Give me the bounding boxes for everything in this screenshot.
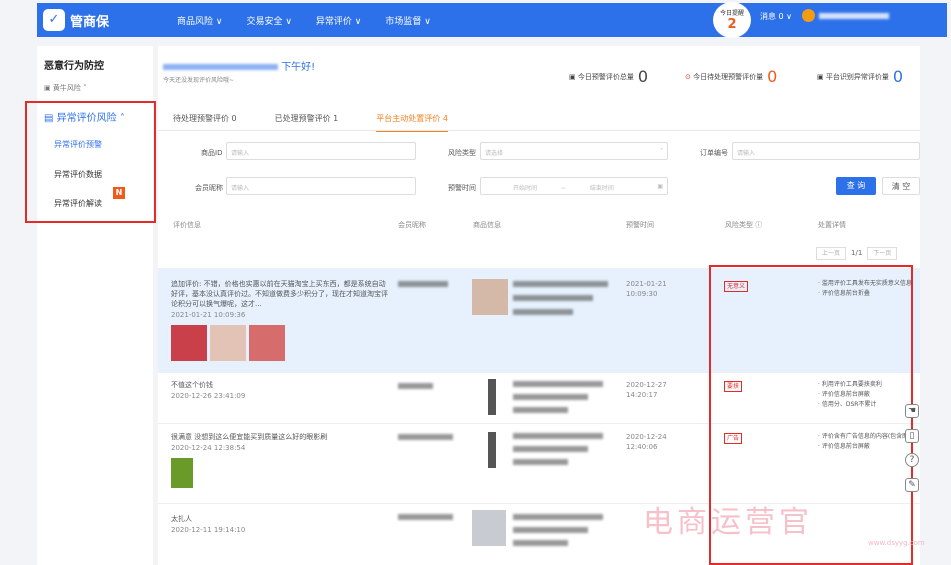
review-time: 2021-01-21 10:09:36 (171, 311, 246, 319)
nav-market-supervision[interactable]: 市场监督 ∨ (385, 14, 430, 27)
nav-abnormal-review[interactable]: 异常评价 ∨ (316, 14, 361, 27)
th-warn-time: 预警时间 (626, 221, 654, 229)
book-icon[interactable]: ▯ (905, 429, 919, 443)
today-warning-badge[interactable]: 今日提醒 2 (713, 2, 751, 38)
watermark: 电商运营官 (643, 505, 813, 540)
tab-divider (158, 130, 920, 131)
product-info-blurred (513, 514, 603, 548)
user-name-blurred (819, 12, 889, 19)
product-image[interactable] (472, 510, 506, 546)
product-image[interactable] (488, 379, 496, 415)
member-name-label: 会员昵称 (195, 184, 223, 192)
greeting-subtitle: 今天还没发现评价风险哦~ (163, 77, 235, 84)
today-warning-count: 2 (727, 17, 737, 32)
order-no-label: 订单编号 (700, 149, 728, 157)
order-no-input[interactable]: 请输入 (732, 142, 920, 160)
member-name-blurred (398, 383, 433, 391)
calendar-icon: ▣ (817, 72, 826, 81)
risk-type-select[interactable]: 请选择 ˅ (480, 142, 668, 160)
pagination: 上一页 1/1 下一页 (816, 247, 898, 260)
next-page-button[interactable]: 下一页 (867, 247, 898, 260)
main-nav: 商品风险 ∨ 交易安全 ∨ 异常评价 ∨ 市场监督 ∨ (177, 14, 431, 27)
help-icon[interactable]: ? (905, 453, 919, 467)
review-time: 2020-12-11 19:14:10 (171, 526, 246, 534)
watermark-url: www.dsyyg.com (868, 539, 925, 547)
edit-icon[interactable]: ✎ (905, 478, 919, 492)
prev-page-button[interactable]: 上一页 (816, 247, 847, 260)
nav-product-risk[interactable]: 商品风险 ∨ (177, 14, 222, 27)
th-detail: 处置详情 (818, 221, 846, 229)
sidebar-title: 恶意行为防控 (44, 61, 104, 72)
nav-trade-safety[interactable]: 交易安全 ∨ (246, 14, 291, 27)
warn-time: 2020-12-27 14:20:17 (626, 381, 667, 399)
table-header: 评价信息 会员昵称 商品信息 预警时间 风险类型 ⓘ 处置详情 (158, 216, 920, 234)
review-text: 追加评价: 不错，价格也实惠以前在天猫淘宝上买东西，都是系统自动好评，基本没认真… (171, 280, 388, 308)
message-menu[interactable]: 消息 0 ∨ (760, 11, 792, 22)
product-image[interactable] (488, 432, 496, 468)
product-id-label: 商品ID (201, 149, 223, 157)
member-name-input[interactable]: 请输入 (226, 177, 416, 195)
stat-platform-identified: ▣ 平台识别异常评价量 0 (817, 67, 904, 86)
brand-logo[interactable]: ✓ 管商保 (43, 9, 173, 31)
member-name-blurred (398, 434, 453, 442)
product-info-blurred (513, 281, 608, 317)
alert-icon: ⊙ (685, 72, 694, 81)
th-member: 会员昵称 (398, 221, 426, 229)
today-warning-label: 今日提醒 (719, 10, 744, 17)
product-id-input[interactable]: 请输入 (226, 142, 416, 160)
member-name-blurred (398, 514, 453, 522)
risk-type-label: 风险类型 (448, 149, 476, 157)
th-product: 商品信息 (473, 221, 501, 229)
user-menu[interactable] (802, 9, 889, 22)
th-review: 评价信息 (173, 221, 201, 229)
review-image[interactable] (210, 325, 246, 361)
member-name-blurred (398, 281, 448, 289)
highlight-box-sidebar (25, 101, 156, 223)
calendar-icon: ▣ (569, 72, 578, 81)
warn-time-range[interactable]: 开始时间 ~ 结束时间 ▣ (480, 177, 668, 195)
page-indicator: 1/1 (851, 249, 863, 257)
warn-time: 2021-01-21 10:09:30 (626, 280, 667, 298)
avatar (802, 9, 815, 22)
query-button[interactable]: 查 询 (836, 177, 876, 195)
review-text: 不值这个价钱 (171, 381, 213, 389)
clear-button[interactable]: 清 空 (882, 177, 920, 195)
shop-name-blurred (163, 64, 278, 70)
review-image[interactable] (249, 325, 285, 361)
sidebar-item-scalper-risk[interactable]: ▣ 黄牛风险 ˅ (44, 83, 87, 93)
stat-pending-warnings: ⊙ 今日待处理预警评价量 0 (685, 67, 778, 86)
warn-time: 2020-12-24 12:40:06 (626, 433, 667, 451)
warn-time-label: 预警时间 (448, 184, 476, 192)
shield-logo-icon: ✓ (43, 9, 65, 31)
review-image[interactable] (171, 325, 207, 361)
product-image[interactable] (472, 279, 508, 315)
calendar-icon: ▣ (657, 183, 663, 190)
review-text: 太扎人 (171, 515, 192, 523)
th-risk-type: 风险类型 ⓘ (725, 221, 763, 229)
stat-today-warnings: ▣ 今日预警评价总量 0 (569, 67, 649, 86)
review-time: 2020-12-24 12:38:54 (171, 444, 246, 452)
product-info-blurred (513, 381, 603, 415)
review-text: 很满意 没想到这么便宜能买到质量这么好的眼影刷 (171, 433, 328, 441)
greeting: 下午好! (163, 58, 315, 73)
review-image[interactable] (171, 458, 193, 488)
hand-icon[interactable]: ☚ (905, 404, 919, 418)
product-info-blurred (513, 433, 603, 467)
brand-name: 管商保 (70, 14, 110, 30)
review-time: 2020-12-26 23:41:09 (171, 392, 246, 400)
